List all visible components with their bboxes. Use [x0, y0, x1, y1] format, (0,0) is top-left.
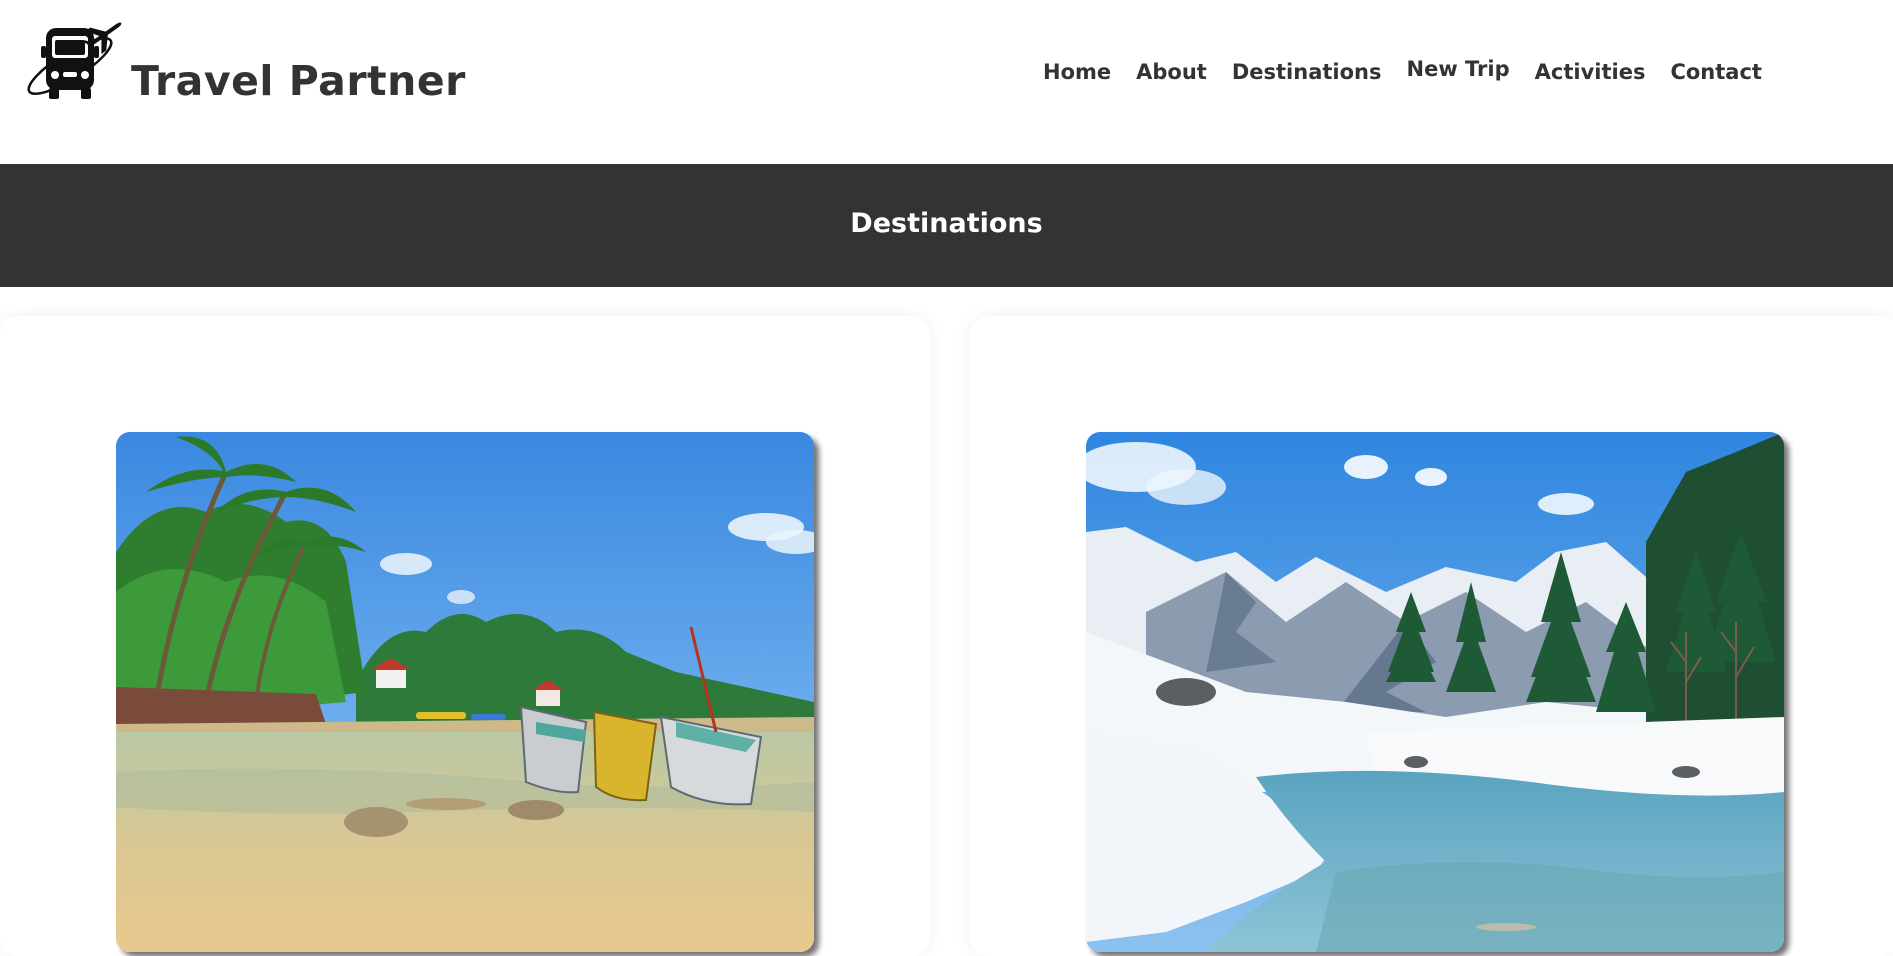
destination-card[interactable]	[0, 316, 930, 956]
nav-about[interactable]: About	[1136, 62, 1207, 83]
bus-with-airplane-icon	[27, 22, 122, 99]
destination-image[interactable]	[116, 432, 814, 952]
main-nav: Home About Destinations New Trip Activit…	[1043, 59, 1787, 83]
site-header: Travel Partner Home About Destinations N…	[0, 0, 1893, 164]
brand-name: Travel Partner	[131, 57, 466, 105]
nav-new-trip[interactable]: New Trip	[1407, 59, 1510, 80]
page-banner: Destinations	[0, 164, 1893, 287]
snowy-mountain-river-photo	[1086, 432, 1784, 952]
nav-activities[interactable]: Activities	[1535, 62, 1646, 83]
brand-logo[interactable]: Travel Partner	[22, 20, 466, 105]
nav-contact[interactable]: Contact	[1670, 62, 1762, 83]
destination-image[interactable]	[1086, 432, 1784, 952]
nav-destinations[interactable]: Destinations	[1232, 62, 1382, 83]
tropical-beach-boats-photo	[116, 432, 814, 952]
destination-card[interactable]	[970, 316, 1893, 956]
page-title: Destinations	[850, 208, 1043, 239]
nav-home[interactable]: Home	[1043, 62, 1111, 83]
